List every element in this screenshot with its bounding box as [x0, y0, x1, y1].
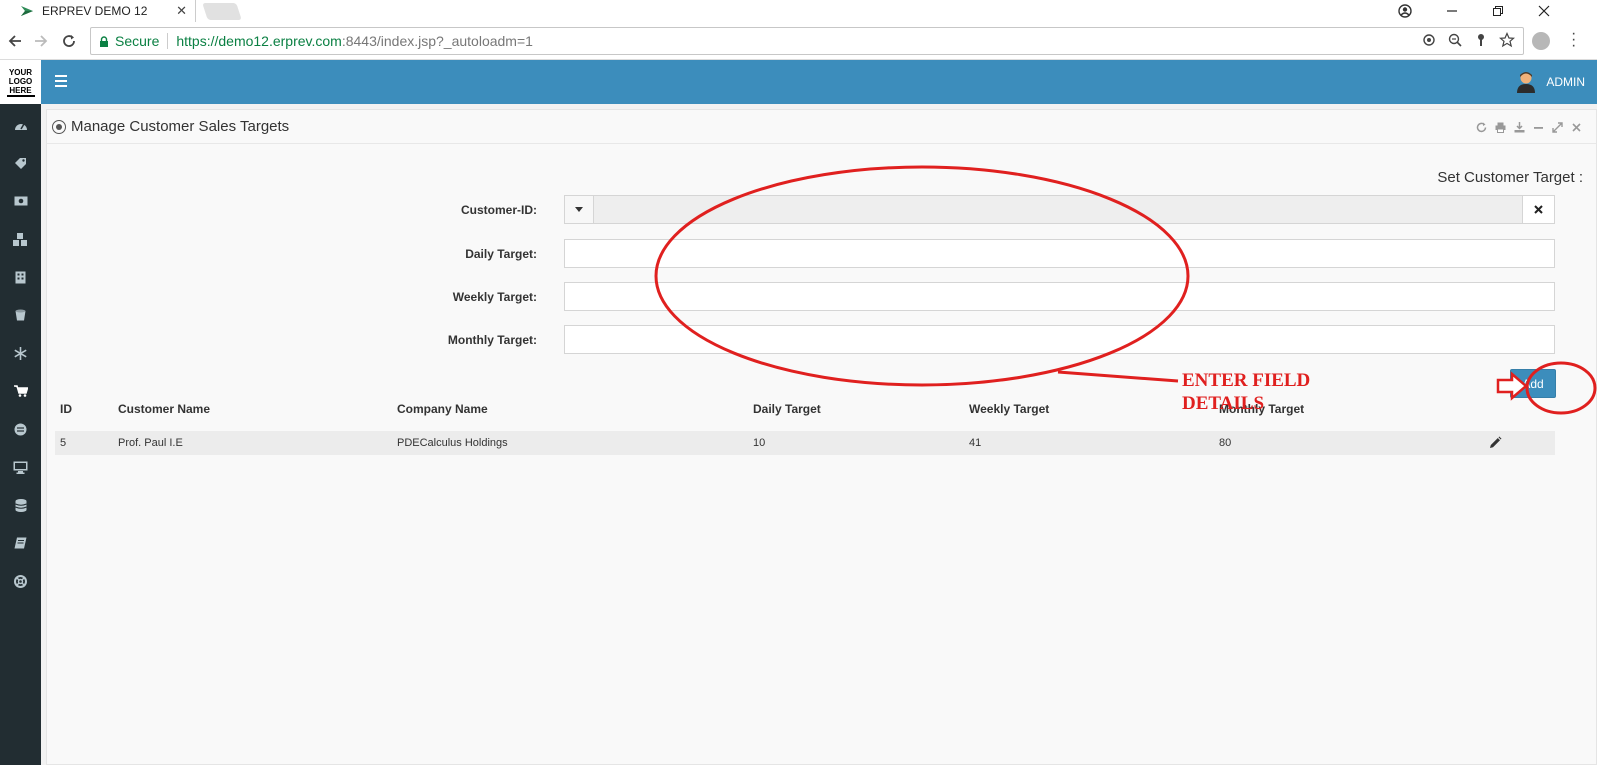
location-icon[interactable] [1421, 32, 1437, 48]
annotation-line-1: ENTER FIELD [1182, 370, 1311, 391]
customer-id-select[interactable] [594, 195, 1523, 224]
browser-tab-title: ERPREV DEMO 12 [42, 4, 148, 18]
sidebar-desktop-icon[interactable] [0, 448, 41, 486]
address-separator [167, 33, 169, 49]
sidebar-lifebuoy-icon[interactable] [0, 562, 41, 600]
panel-header: Manage Customer Sales Targets [47, 110, 1596, 144]
cell-company-name: PDECalculus Holdings [397, 437, 508, 449]
minimize-icon[interactable] [1533, 122, 1544, 133]
url-path: :8443/index.jsp?_autoloadm=1 [341, 33, 533, 49]
erprev-favicon-icon [21, 6, 33, 16]
sidebar-building-icon[interactable] [0, 258, 41, 296]
lock-icon [100, 35, 108, 47]
cell-weekly-target: 41 [969, 437, 982, 449]
browser-menu-icon[interactable]: · · · [1571, 26, 1576, 54]
back-icon[interactable] [4, 30, 26, 52]
weekly-target-input[interactable] [564, 282, 1555, 311]
set-customer-target-heading: Set Customer Target : [1437, 169, 1583, 186]
annotation-note: ENTER FIELD DETAILS [1182, 369, 1342, 415]
sidebar-circle-icon[interactable] [0, 410, 41, 448]
main-panel: Manage Customer Sales Targets Set Custom… [46, 109, 1597, 765]
column-header-customer-name[interactable]: Customer Name [118, 402, 210, 416]
new-tab-button[interactable] [202, 3, 242, 20]
restore-window-icon[interactable] [1475, 0, 1521, 22]
forward-icon[interactable] [30, 30, 52, 52]
customer-id-row: Customer-ID: [47, 195, 1597, 225]
minimize-window-icon[interactable] [1429, 0, 1475, 22]
sidebar-tag-icon[interactable] [0, 144, 41, 182]
cell-id: 5 [60, 437, 67, 449]
sidebar-dashboard-icon[interactable] [0, 106, 41, 144]
daily-target-row: Daily Target: [47, 239, 1597, 269]
reload-icon[interactable] [58, 30, 80, 52]
browser-tab[interactable]: ERPREV DEMO 12 ✕ [4, 0, 196, 22]
sidebar-cubes-icon[interactable] [0, 220, 41, 258]
cell-customer-name: Prof. Paul I.E [118, 437, 183, 449]
customer-id-dropdown-button[interactable] [564, 195, 594, 224]
daily-target-input[interactable] [564, 239, 1555, 268]
refresh-icon[interactable] [1476, 122, 1487, 133]
sidebar-cart-icon[interactable] [0, 372, 41, 410]
daily-target-label: Daily Target: [465, 247, 537, 261]
weekly-target-label: Weekly Target: [452, 290, 537, 304]
company-logo[interactable]: YOUR LOGO HERE [0, 60, 41, 104]
bookmark-star-icon[interactable] [1499, 32, 1515, 48]
cell-monthly-target: 80 [1219, 437, 1232, 449]
column-header-weekly-target[interactable]: Weekly Target [969, 402, 1049, 416]
column-header-daily-target[interactable]: Daily Target [753, 402, 821, 416]
zoom-icon[interactable] [1447, 32, 1463, 48]
sidebar-book-icon[interactable] [0, 524, 41, 562]
customer-id-clear-button[interactable] [1523, 195, 1555, 224]
weekly-target-row: Weekly Target: [47, 282, 1597, 312]
print-icon[interactable] [1495, 122, 1506, 133]
sidebar-money-icon[interactable] [0, 182, 41, 220]
secure-label: Secure [115, 33, 160, 49]
expand-icon[interactable] [1552, 122, 1563, 133]
sidebar: YOUR LOGO HERE [0, 60, 41, 765]
app-header: ADMIN [41, 60, 1597, 104]
clear-x-icon [1534, 205, 1543, 214]
panel-tools [1476, 122, 1582, 133]
user-name: ADMIN [1546, 75, 1585, 89]
table-row[interactable]: 5 Prof. Paul I.E PDECalculus Holdings 10… [55, 431, 1555, 455]
customer-id-label: Customer-ID: [460, 203, 537, 217]
address-bar[interactable]: Secure https://demo12.erprev.com :8443/i… [90, 27, 1524, 55]
close-icon[interactable] [1571, 122, 1582, 133]
tab-close-icon[interactable]: ✕ [176, 3, 187, 19]
annotation-line-2: DETAILS [1182, 393, 1265, 414]
cell-daily-target: 10 [753, 437, 766, 449]
user-menu[interactable]: ADMIN [1516, 71, 1585, 93]
hamburger-menu-icon[interactable] [55, 75, 67, 87]
browser-toolbar: Secure https://demo12.erprev.com :8443/i… [0, 22, 1597, 60]
monthly-target-label: Monthly Target: [447, 333, 537, 347]
monthly-target-row: Monthly Target: [47, 325, 1597, 355]
sidebar-snowflake-icon[interactable] [0, 334, 41, 372]
address-bar-icons [1421, 32, 1515, 48]
add-button[interactable]: Add [1510, 369, 1556, 398]
user-avatar-icon [1517, 72, 1536, 93]
caret-down-icon [575, 207, 583, 212]
key-icon[interactable] [1473, 32, 1489, 48]
sidebar-database-icon[interactable] [0, 486, 41, 524]
profile-icon[interactable] [1382, 0, 1428, 22]
bullseye-icon [52, 119, 66, 134]
extension-icon[interactable] [1532, 32, 1550, 50]
url-host: https://demo12.erprev.com [176, 33, 342, 49]
column-header-company-name[interactable]: Company Name [397, 402, 488, 416]
column-header-id[interactable]: ID [60, 402, 72, 416]
logo-text: YOUR LOGO HERE [6, 68, 35, 97]
sidebar-bucket-icon[interactable] [0, 296, 41, 334]
browser-tab-bar: ERPREV DEMO 12 ✕ [0, 0, 1597, 22]
panel-title: Manage Customer Sales Targets [71, 118, 290, 135]
close-window-icon[interactable] [1521, 0, 1567, 22]
pencil-edit-icon[interactable] [1488, 436, 1502, 450]
monthly-target-input[interactable] [564, 325, 1555, 354]
download-icon[interactable] [1514, 122, 1525, 133]
